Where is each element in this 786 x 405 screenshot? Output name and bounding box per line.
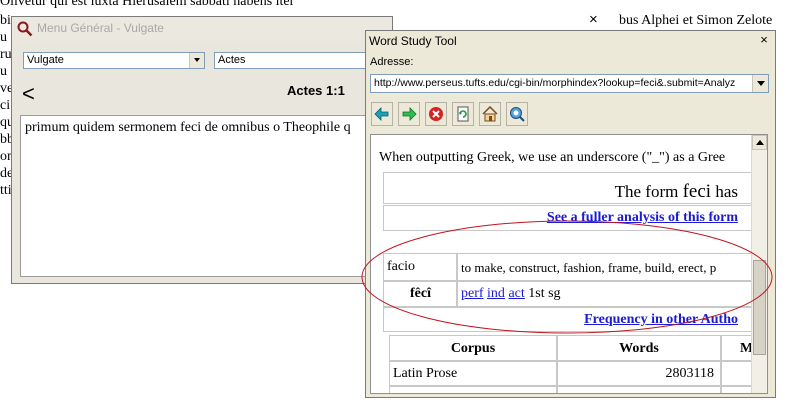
background-margin-text: u [0,64,7,79]
vulgate-title: Menu Général - Vulgate [37,21,164,35]
home-button[interactable] [479,102,501,126]
scrollbar-thumb[interactable] [753,260,766,355]
chevron-down-icon[interactable] [752,75,768,92]
background-margin-text: u [0,30,7,45]
lemma: facio [387,259,415,274]
address-value: http://www.perseus.tufts.edu/cgi-bin/mor… [374,77,736,89]
table-header-words: Words [557,335,721,361]
page-content[interactable]: When outputting Greek, we use an undersc… [370,134,768,394]
previous-verse-button[interactable]: < [22,83,35,105]
parse-rest: 1st sg [528,286,561,301]
table-row-words: 602003 [557,386,721,393]
table-row-corpus: Latin Poetry [389,386,557,393]
forward-button[interactable] [398,102,420,126]
verse-text-area[interactable]: primum quidem sermonem feci de omnibus o… [20,115,392,277]
vulgate-titlebar[interactable]: Menu Général - Vulgate [12,17,392,41]
background-margin-text: tti [0,183,12,198]
back-button[interactable] [371,102,393,126]
stop-button[interactable] [425,102,447,126]
vulgate-window: Menu Général - Vulgate Vulgate Actes < A… [11,16,393,284]
word-study-title: Word Study Tool [369,34,457,48]
table-row-corpus: Latin Prose [389,361,557,386]
frequency-box: Frequency in other Autho [383,307,755,332]
parse-cell: perf ind act 1st sg [457,281,755,307]
word-study-titlebar[interactable]: Word Study Tool × [366,31,775,51]
form-suffix: has [715,182,738,201]
table-header-corpus: Corpus [389,335,557,361]
search-globe-icon [510,107,525,122]
search-button[interactable] [506,102,528,126]
greek-note: When outputting Greek, we use an undersc… [379,150,726,165]
parse-ind-link[interactable]: ind [487,286,505,301]
form-line: The form feci has [615,181,738,203]
form-word: feci [682,181,712,202]
word-study-window: Word Study Tool × Adresse: http://www.pe… [365,30,776,398]
background-top-line: Olivetur qui est iuxta Hierusalem sabbat… [0,0,295,9]
fuller-box: See a fuller analysis of this form [383,205,755,231]
verse-text: primum quidem sermonem feci de omnibus o… [25,120,351,135]
book-select[interactable]: Actes [214,52,384,69]
form-detail: fêcî [410,286,431,301]
home-icon [482,106,498,122]
close-button[interactable]: × [757,33,771,47]
chevron-down-icon[interactable] [189,53,204,68]
vertical-scrollbar[interactable] [751,135,767,393]
version-select[interactable]: Vulgate [23,52,205,69]
refresh-button[interactable] [452,102,474,126]
refresh-icon [457,106,469,122]
frequency-link[interactable]: Frequency in other Autho [584,312,738,328]
address-label: Adresse: [370,56,414,68]
form-detail-cell: fêcî [383,281,457,307]
address-field[interactable]: http://www.perseus.tufts.edu/cgi-bin/mor… [370,74,769,93]
scroll-up-icon[interactable] [752,135,767,150]
background-margin-text: bi [0,13,11,28]
back-arrow-icon [374,107,389,121]
book-select-value: Actes [218,54,246,66]
background-margin-text: ru [0,47,12,62]
lemma-cell: facio [383,253,457,281]
definition: to make, construct, fashion, frame, buil… [461,260,717,275]
form-box: The form feci has [383,172,755,204]
verse-reference: Actes 1:1 [287,83,345,98]
parse-perf-link[interactable]: perf [461,286,484,301]
stop-icon [429,107,443,121]
version-select-value: Vulgate [27,54,64,66]
background-close-glyph: × [589,11,598,28]
background-margin-text: ci [0,98,11,113]
definition-cell: to make, construct, fashion, frame, buil… [457,253,755,281]
parse-act-link[interactable]: act [508,286,524,301]
form-prefix: The form [614,182,679,201]
magnifier-icon [17,21,33,37]
table-row-words: 2803118 [557,361,721,386]
fuller-analysis-link[interactable]: See a fuller analysis of this form [547,210,738,226]
background-right-text: bus Alphei et Simon Zelote [619,13,773,28]
forward-arrow-icon [402,107,417,121]
